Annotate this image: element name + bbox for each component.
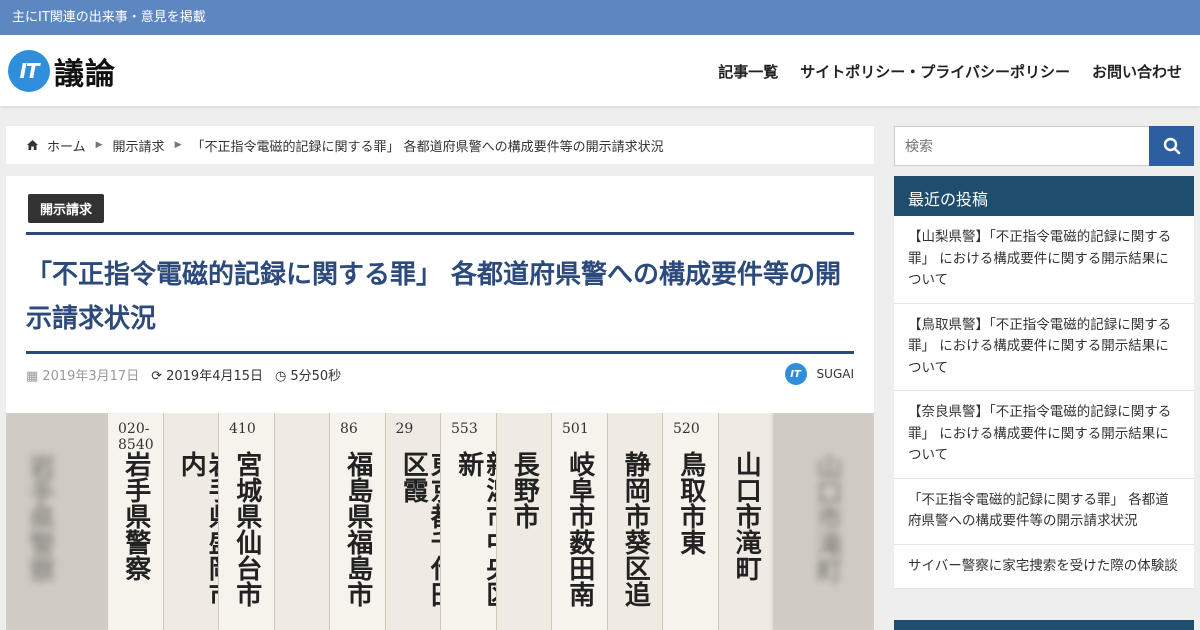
envelope-address: 山口市滝町 xyxy=(731,451,762,581)
envelope: 520 鳥取市東 xyxy=(662,413,724,630)
list-item[interactable]: 「不正指令電磁的記録に関する罪」 各都道府県警への構成要件等の開示請求状況 xyxy=(894,478,1194,545)
envelope xyxy=(273,413,335,630)
caret-right-icon: ▶ xyxy=(174,140,182,150)
recent-posts-heading: 最近の投稿 xyxy=(894,176,1194,216)
envelope-address: 岩手県警察 xyxy=(120,451,151,581)
avatar: IT xyxy=(784,363,807,385)
nav-item-articles[interactable]: 記事一覧 xyxy=(718,61,778,82)
hero-blur-left: 岩手県警察 xyxy=(6,413,107,630)
envelope: 長野市 xyxy=(495,413,557,630)
envelope-address: 福島県福島市 xyxy=(342,451,373,607)
article-title: 「不正指令電磁的記録に関する罪」 各都道府県警への構成要件等の開示請求状況 xyxy=(26,260,842,334)
breadcrumb-category[interactable]: 開示請求 xyxy=(113,136,165,155)
main-nav: 記事一覧 サイトポリシー・プライバシーポリシー お問い合わせ xyxy=(718,61,1182,82)
envelope-number: 501 xyxy=(562,421,589,437)
envelope: 86 福島県福島市 xyxy=(329,413,391,630)
site-header: IT 議論 記事一覧 サイトポリシー・プライバシーポリシー お問い合わせ xyxy=(0,35,1200,106)
refresh-icon: ⟳ xyxy=(151,368,163,384)
nav-item-policy[interactable]: サイトポリシー・プライバシーポリシー xyxy=(800,61,1070,82)
envelope: 501 岐阜市薮田南 xyxy=(551,413,613,630)
article: 開示請求 「不正指令電磁的記録に関する罪」 各都道府県警への構成要件等の開示請求… xyxy=(6,176,874,630)
envelope: 岩手県盛岡市内 xyxy=(162,413,224,630)
logo-text: 議論 xyxy=(54,57,116,92)
breadcrumb-current: 「不正指令電磁的記録に関する罪」 各都道府県警への構成要件等の開示請求状況 xyxy=(191,139,664,155)
envelope-number: 410 xyxy=(229,421,256,437)
search-icon xyxy=(1163,137,1180,155)
site-logo[interactable]: IT 議論 xyxy=(8,49,116,93)
home-icon xyxy=(27,140,38,150)
envelope-number: 520 xyxy=(673,421,700,437)
calendar-icon: ▦ xyxy=(26,368,39,384)
envelope-address: 新潟市中央区新 xyxy=(453,451,502,607)
envelope-address: 岩手県盛岡市内 xyxy=(176,451,224,607)
search-input[interactable] xyxy=(894,126,1150,166)
hero-image: 岩手県警察 020-8540 岩手県警察 岩手県盛岡市内 410 宮城県仙台市 86 福島県… xyxy=(6,413,874,630)
logo-mark-icon: IT xyxy=(8,50,50,92)
search-button[interactable] xyxy=(1149,126,1194,166)
envelope-address: 長野市 xyxy=(509,451,540,529)
envelope-address: 静岡市葵区追 xyxy=(620,451,651,607)
envelope: 29 東京都千代田区霞 xyxy=(384,413,446,630)
reading-time: ◷ 5分50秒 xyxy=(275,368,342,384)
site-tagline: 主にIT関連の出来事・意見を掲載 xyxy=(12,10,206,25)
site-tagline-bar: 主にIT関連の出来事・意見を掲載 xyxy=(0,0,1200,35)
envelope-address: 東京都千代田区霞 xyxy=(398,451,446,607)
article-meta: ▦ 2019年3月17日 ⟳ 2019年4月15日 ◷ 5分50秒 IT SUGAI xyxy=(26,363,854,385)
category-label[interactable]: 開示請求 xyxy=(28,194,105,223)
author[interactable]: IT SUGAI xyxy=(784,363,854,385)
envelope-number: 29 xyxy=(395,421,414,437)
clock-icon: ◷ xyxy=(275,368,287,384)
envelope: 山口市滝町 xyxy=(717,413,773,630)
next-widget-heading xyxy=(894,620,1194,630)
envelope-number: 553 xyxy=(451,421,478,437)
published-date: ▦ 2019年3月17日 xyxy=(26,368,140,384)
envelope-number: 86 xyxy=(340,421,358,437)
nav-item-contact[interactable]: お問い合わせ xyxy=(1092,61,1182,82)
list-item[interactable]: 【山梨県警】「不正指令電磁的記録に関する罪」 における構成要件に関する開示結果に… xyxy=(894,216,1194,304)
hero-blur-right: 山口市滝町 xyxy=(773,413,874,630)
list-item[interactable]: 【奈良県警】「不正指令電磁的記録に関する罪」 における構成要件に関する開示結果に… xyxy=(894,391,1194,479)
caret-right-icon: ▶ xyxy=(95,140,103,150)
envelope: 静岡市葵区追 xyxy=(606,413,668,630)
envelope: 410 宮城県仙台市 xyxy=(218,413,280,630)
list-item[interactable]: サイバー警察に家宅捜索を受けた際の体験談 xyxy=(894,544,1194,589)
breadcrumb-home[interactable]: ホーム xyxy=(47,136,86,155)
title-block: 「不正指令電磁的記録に関する罪」 各都道府県警への構成要件等の開示請求状況 xyxy=(26,232,854,354)
recent-posts-list: 【山梨県警】「不正指令電磁的記録に関する罪」 における構成要件に関する開示結果に… xyxy=(894,216,1194,589)
envelope-address: 鳥取市東 xyxy=(675,451,706,555)
breadcrumb: ホーム ▶ 開示請求 ▶ 「不正指令電磁的記録に関する罪」 各都道府県警への構成… xyxy=(6,126,874,164)
envelope: 020-8540 岩手県警察 xyxy=(107,413,169,630)
envelope-number: 020-8540 xyxy=(118,421,154,453)
envelope-address: 岐阜市薮田南 xyxy=(564,451,595,607)
envelope: 553 新潟市中央区新 xyxy=(440,413,502,630)
updated-date: ⟳ 2019年4月15日 xyxy=(151,368,264,384)
hero-photo: 020-8540 岩手県警察 岩手県盛岡市内 410 宮城県仙台市 86 福島県福島市 29 東… xyxy=(107,413,773,630)
envelope-address: 宮城県仙台市 xyxy=(231,451,262,607)
author-name: SUGAI xyxy=(816,367,854,381)
list-item[interactable]: 【鳥取県警】「不正指令電磁的記録に関する罪」 における構成要件に関する開示結果に… xyxy=(894,303,1194,391)
